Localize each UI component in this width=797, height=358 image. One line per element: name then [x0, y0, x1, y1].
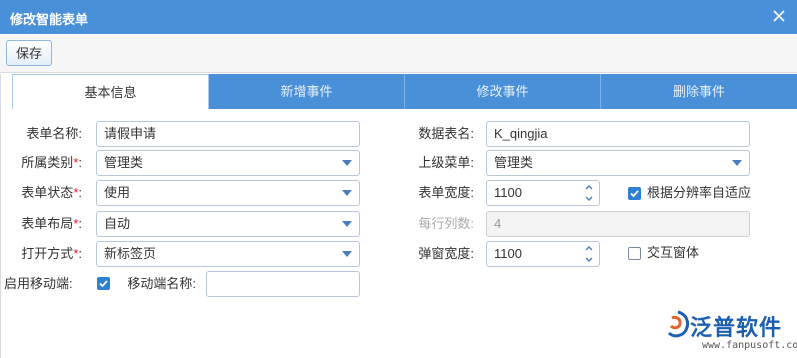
popup-width-label: 弹窗宽度:	[418, 246, 474, 261]
form-width-input[interactable]: 1100	[486, 180, 600, 206]
columns-per-row-label: 每行列数:	[418, 216, 474, 231]
form-width-label: 表单宽度:	[418, 185, 474, 200]
auto-fit-label: 根据分辨率自适应	[647, 185, 752, 200]
parent-menu-select[interactable]: 管理类	[486, 150, 750, 176]
category-select[interactable]: 管理类	[96, 150, 360, 176]
check-icon	[99, 280, 108, 288]
chevron-down-icon	[732, 160, 742, 166]
form-name-label: 表单名称:	[26, 126, 82, 141]
table-name-input[interactable]: K_qingjia	[486, 121, 750, 147]
popup-width-input[interactable]: 1100	[486, 241, 600, 267]
tab-add-event[interactable]: 新增事件	[209, 74, 405, 109]
form-name-input[interactable]: 请假申请	[96, 121, 360, 147]
logo-url: www.fanpusoft.com	[702, 340, 797, 351]
open-mode-select[interactable]: 新标签页	[96, 241, 360, 267]
tab-edit-event[interactable]: 修改事件	[405, 74, 601, 109]
chevron-down-icon	[342, 160, 352, 166]
parent-menu-label: 上级菜单:	[418, 155, 474, 170]
status-select[interactable]: 使用	[96, 180, 360, 206]
spin-down-icon[interactable]	[583, 194, 595, 204]
open-mode-label: 打开方式*:	[21, 246, 82, 261]
chevron-down-icon	[342, 190, 352, 196]
spin-up-icon[interactable]	[583, 183, 595, 193]
layout-label: 表单布局*:	[21, 216, 82, 231]
dialog-titlebar: 修改智能表单	[0, 0, 797, 34]
save-button[interactable]: 保存	[6, 40, 52, 66]
mobile-name-input[interactable]	[206, 271, 360, 297]
close-icon[interactable]	[771, 7, 787, 25]
tab-delete-event[interactable]: 删除事件	[601, 74, 797, 109]
panel-left-border	[0, 74, 1, 358]
layout-select[interactable]: 自动	[96, 211, 360, 237]
chevron-down-icon	[342, 251, 352, 257]
chevron-down-icon	[342, 221, 352, 227]
tab-basic-info[interactable]: 基本信息	[12, 74, 209, 109]
columns-per-row-input: 4	[486, 211, 750, 237]
toolbar: 保存	[0, 34, 797, 73]
category-label: 所属类别*:	[21, 155, 82, 170]
status-label: 表单状态*:	[21, 185, 82, 200]
logo-mark-icon	[667, 310, 690, 338]
spin-down-icon[interactable]	[583, 255, 595, 265]
interactive-window-label: 交互窗体	[647, 245, 700, 260]
tab-bar: 基本信息 新增事件 修改事件 删除事件	[12, 74, 797, 109]
dialog-title: 修改智能表单	[10, 12, 89, 27]
check-icon	[630, 190, 639, 198]
mobile-label: 启用移动端:	[4, 276, 73, 291]
mobile-checkbox[interactable]	[97, 277, 110, 290]
mobile-name-label: 移动端名称:	[127, 276, 196, 291]
table-name-label: 数据表名:	[418, 126, 474, 141]
spin-up-icon[interactable]	[583, 244, 595, 254]
interactive-window-checkbox[interactable]	[628, 247, 641, 260]
logo-brand: 泛普软件	[690, 316, 783, 341]
fanpusoft-logo: 泛普软件 www.fanpusoft.com	[662, 308, 797, 356]
auto-fit-checkbox[interactable]	[628, 187, 641, 200]
